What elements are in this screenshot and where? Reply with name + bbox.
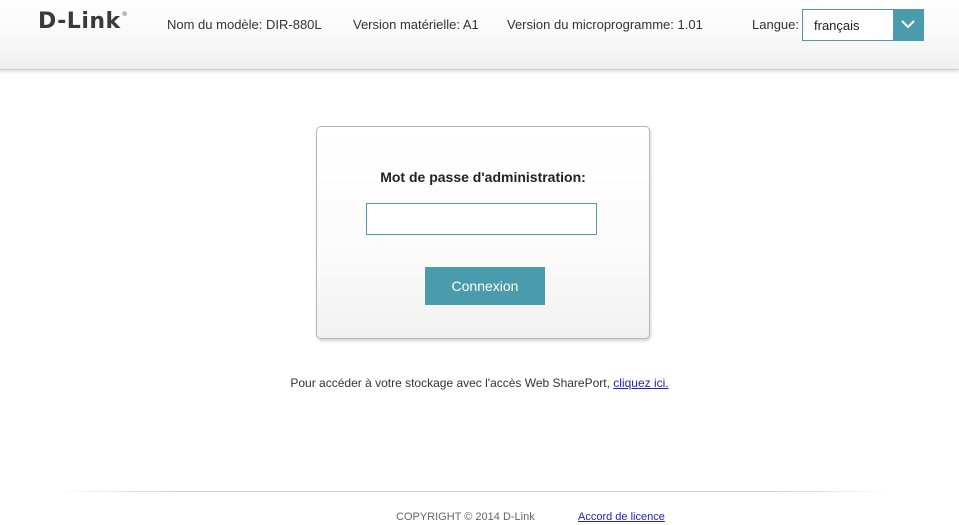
language-selected-value: français [814, 18, 860, 33]
password-input[interactable] [366, 203, 597, 235]
password-label: Mot de passe d'administration: [380, 169, 586, 185]
copyright-text: COPYRIGHT © 2014 D-Link [396, 511, 535, 523]
registered-mark: ® [121, 11, 129, 18]
firmware-version: Version du microprogramme: 1.01 [507, 17, 703, 32]
license-link[interactable]: Accord de licence [578, 511, 665, 523]
chevron-down-icon [901, 20, 915, 29]
language-select[interactable]: français [802, 9, 924, 41]
hardware-version: Version matérielle: A1 [353, 17, 479, 32]
login-button[interactable]: Connexion [425, 267, 545, 305]
logo-text: D-Link [38, 9, 121, 34]
footer-divider [55, 491, 895, 492]
header-bar: D-Link® Nom du modèle: DIR-880L Version … [0, 0, 959, 70]
language-dropdown-button[interactable] [893, 9, 924, 41]
shareport-text: Pour accéder à votre stockage avec l'acc… [290, 376, 614, 390]
login-panel: Mot de passe d'administration: Connexion [316, 126, 650, 339]
language-label: Langue: [752, 17, 799, 32]
dlink-logo: D-Link® [38, 9, 129, 34]
shareport-link[interactable]: cliquez ici. [613, 376, 668, 390]
model-name: Nom du modèle: DIR-880L [167, 17, 322, 32]
shareport-message: Pour accéder à votre stockage avec l'acc… [0, 376, 959, 390]
